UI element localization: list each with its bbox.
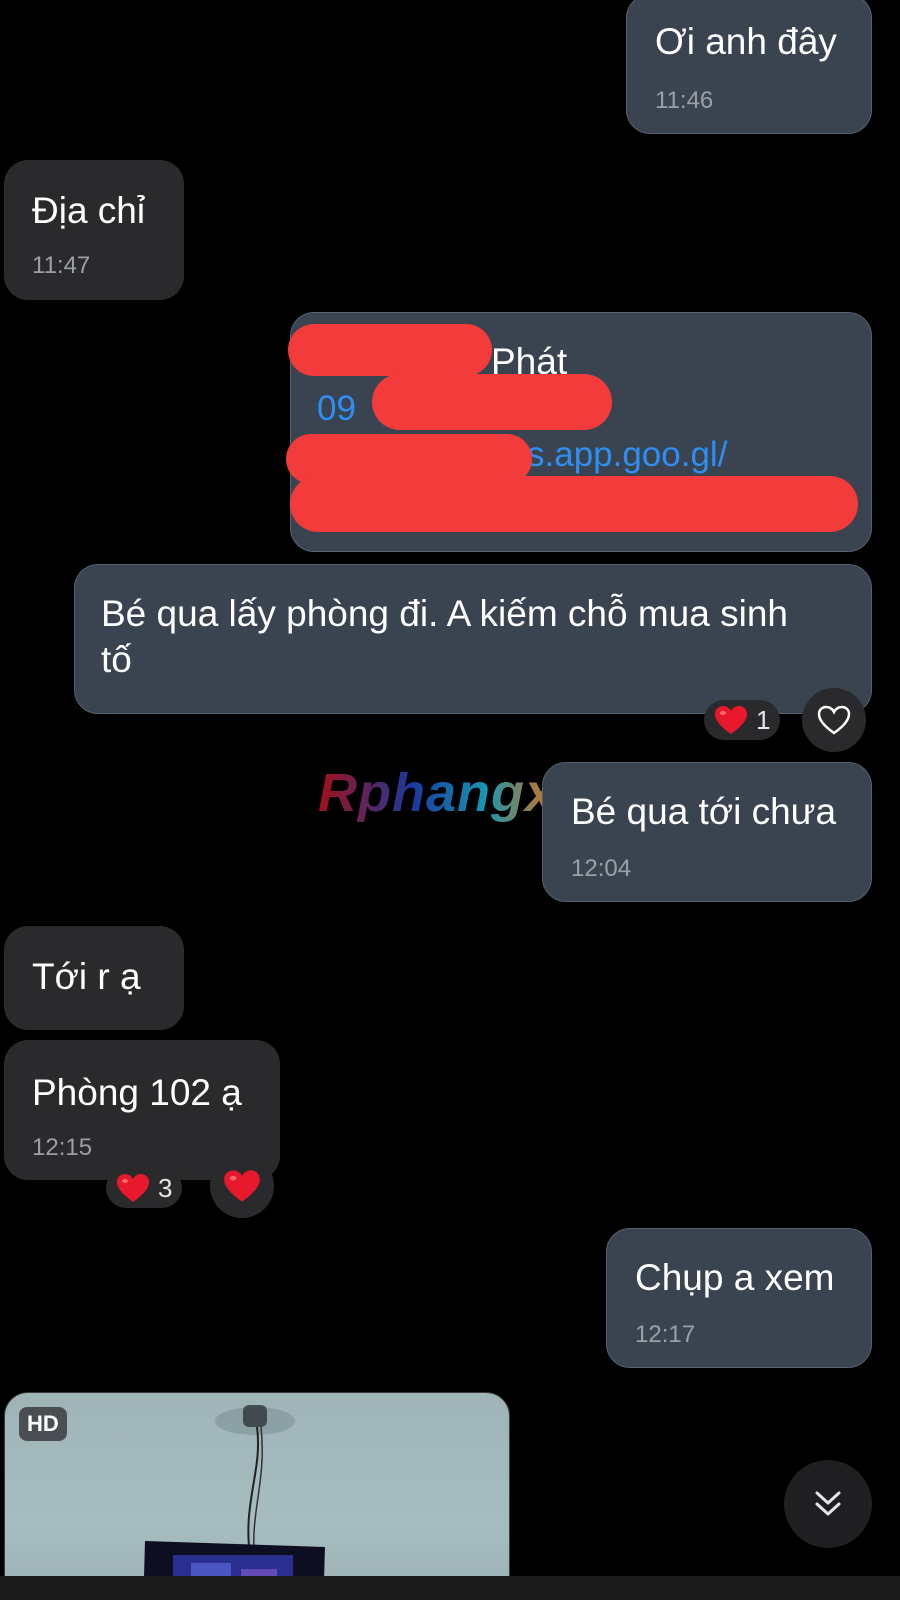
message-text-line-2: tố xyxy=(101,639,132,680)
redaction-mark xyxy=(288,324,492,376)
reaction-count: 1 xyxy=(756,704,771,735)
double-chevron-down-icon xyxy=(815,1491,841,1516)
message-bubble-outgoing[interactable]: Chụp a xem 12:17 xyxy=(606,1228,872,1368)
message-bubble-outgoing[interactable]: Bé qua tới chưa 12:04 xyxy=(542,762,872,902)
heart-emoji-icon xyxy=(117,1174,149,1202)
message-bubble-incoming[interactable]: Tới r ạ xyxy=(4,926,184,1030)
message-text: Phòng 102 ạ xyxy=(32,1072,242,1113)
redaction-mark xyxy=(372,374,612,430)
heart-outline-icon xyxy=(817,705,851,735)
message-bubble-outgoing[interactable]: Ơi anh đây 11:46 xyxy=(626,0,872,134)
message-time: 11:46 xyxy=(655,87,714,114)
react-button[interactable] xyxy=(802,688,866,752)
reaction-count: 3 xyxy=(158,1172,173,1203)
heart-emoji-icon xyxy=(715,706,747,734)
message-time: 11:47 xyxy=(32,252,91,279)
hd-badge: HD xyxy=(19,1407,67,1441)
photo-message[interactable]: HD xyxy=(4,1392,510,1600)
message-text: Chụp a xem xyxy=(635,1257,835,1298)
message-bubble-outgoing[interactable]: Bé qua lấy phòng đi. A kiếm chỗ mua sinh… xyxy=(74,564,872,714)
message-text: Ơi anh đây xyxy=(655,21,837,62)
contact-phone-link[interactable]: 09 xyxy=(317,389,356,429)
reaction-pill[interactable]: 1 xyxy=(704,700,781,740)
heart-emoji-icon xyxy=(224,1170,260,1202)
scroll-to-bottom-button[interactable] xyxy=(784,1460,872,1548)
message-text: Tới r ạ xyxy=(32,956,141,997)
message-text: Địa chỉ xyxy=(32,190,146,231)
bottom-bar xyxy=(0,1576,900,1600)
react-button-active[interactable] xyxy=(210,1154,274,1218)
reaction-pill[interactable]: 3 xyxy=(106,1168,183,1208)
redaction-mark xyxy=(290,476,858,532)
watermark-logo: Rphangx xyxy=(318,763,557,823)
message-bubble-incoming[interactable]: Địa chỉ 11:47 xyxy=(4,160,184,300)
chat-screen: Ơi anh đây 11:46 Địa chỉ 11:47 Phát 09 s… xyxy=(0,0,900,1600)
message-time: 12:17 xyxy=(635,1321,696,1348)
message-time: 12:15 xyxy=(32,1134,93,1161)
message-text-line-1: Bé qua lấy phòng đi. A kiếm chỗ mua sinh xyxy=(101,593,788,634)
maps-link[interactable]: s.app.goo.gl/ xyxy=(527,435,727,475)
message-time: 12:04 xyxy=(571,855,632,882)
room-photo-content xyxy=(143,1405,325,1600)
message-text: Bé qua tới chưa xyxy=(571,791,837,832)
